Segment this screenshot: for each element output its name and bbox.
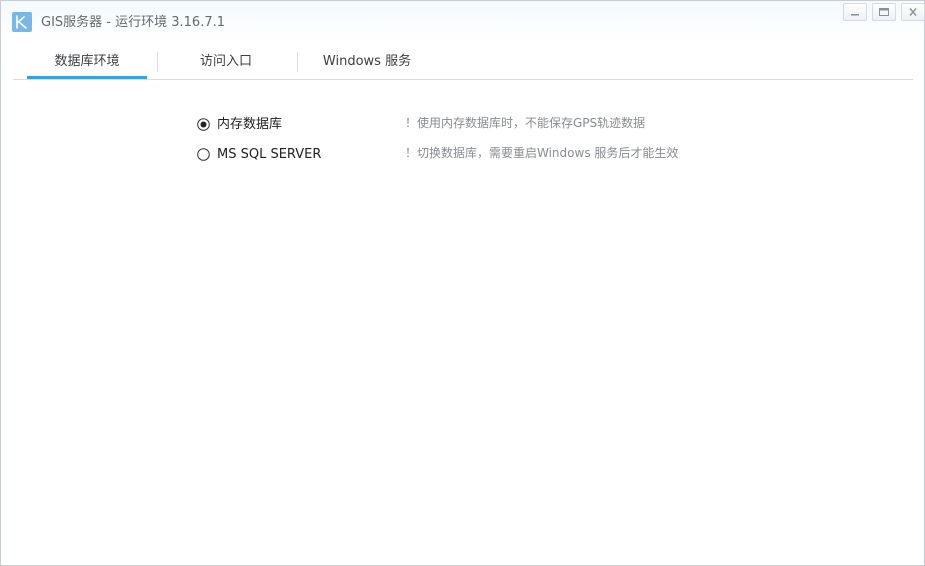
radio-label-ms-sql-server: MS SQL SERVER: [217, 147, 322, 162]
memory-db-hint: ！使用内存数据库时，不能保存GPS轨迹数据: [405, 116, 646, 130]
tab-access-entry[interactable]: 访问入口: [161, 45, 291, 79]
tab-bar: 数据库环境 访问入口 Windows 服务: [13, 45, 913, 80]
ms-sql-server-hint: ！切换数据库，需要重启Windows 服务后才能生效: [405, 146, 679, 160]
tab-database-environment[interactable]: 数据库环境: [27, 45, 147, 79]
minimize-icon: [851, 14, 859, 16]
maximize-icon: [879, 8, 889, 16]
radio-selected-icon[interactable]: [197, 118, 210, 131]
active-tab-indicator: [27, 76, 147, 79]
tab-divider: [157, 52, 158, 72]
app-logo-icon: [12, 12, 32, 32]
radio-label-memory-db: 内存数据库: [217, 117, 283, 132]
window-title: GIS服务器 - 运行环境 3.16.7.1: [41, 15, 225, 30]
app-window: GIS服务器 - 运行环境 3.16.7.1 数据库环境 访问入口 Window…: [0, 0, 925, 566]
title-bar[interactable]: GIS服务器 - 运行环境 3.16.7.1: [1, 1, 925, 41]
close-button[interactable]: [901, 3, 925, 21]
radio-unselected-icon[interactable]: [197, 148, 210, 161]
close-icon: [909, 8, 917, 16]
tab-divider: [297, 52, 298, 72]
tab-windows-service[interactable]: Windows 服务: [303, 45, 431, 79]
maximize-button[interactable]: [872, 3, 896, 21]
minimize-button[interactable]: [843, 3, 867, 21]
